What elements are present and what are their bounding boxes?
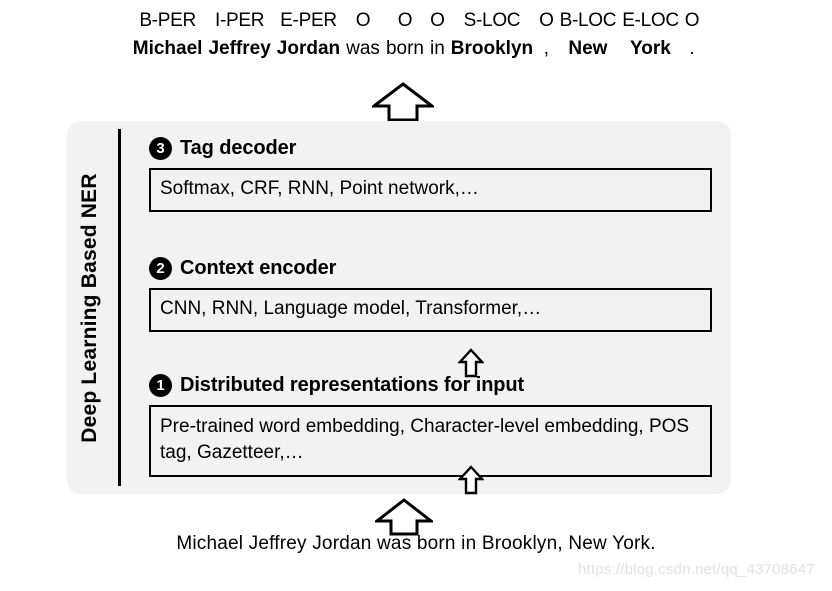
tagged-sentence: B-PER Michael I-PER Jeffrey E-PER Jordan… <box>0 8 832 64</box>
token-tag: O <box>539 10 554 31</box>
token-word: . <box>689 38 695 59</box>
token-column: O . <box>682 8 702 64</box>
token-column: S-LOC Brooklyn <box>448 8 536 64</box>
token-tag: E-LOC <box>622 10 679 31</box>
token-tag: O <box>684 10 700 31</box>
token-column: B-PER Michael <box>130 8 206 64</box>
layer-contents-box: Softmax, CRF, RNN, Point network,… <box>149 168 712 212</box>
watermark: https://blog.csdn.net/qq_43708647 <box>578 561 815 578</box>
arrow-up-outline-icon <box>375 498 433 536</box>
token-column: B-LOC New <box>557 8 620 64</box>
layer-context-encoder: 2 Context encoder CNN, RNN, Language mod… <box>149 253 712 332</box>
deep-learning-ner-panel: Deep Learning Based NER 3 Tag decoder So… <box>67 121 731 495</box>
token-column: O , <box>536 8 556 64</box>
layer-header: 3 Tag decoder <box>149 133 712 163</box>
token-column: E-PER Jordan <box>274 8 343 64</box>
panel-divider <box>118 129 121 486</box>
token-column: O in <box>427 8 448 64</box>
token-word: was <box>346 38 380 59</box>
token-word: York <box>630 38 671 59</box>
token-tag: S-LOC <box>463 10 521 31</box>
layer-title: Tag decoder <box>180 136 297 159</box>
token-word: , <box>543 38 549 59</box>
token-column: I-PER Jeffrey <box>205 8 273 64</box>
step-badge-2: 2 <box>149 256 172 280</box>
token-word: Michael <box>132 38 203 59</box>
arrow-up-outline-icon <box>372 82 434 122</box>
token-word: Brooklyn <box>450 38 534 59</box>
token-tag: O <box>397 10 413 31</box>
token-column: E-LOC York <box>619 8 682 64</box>
token-word: New <box>568 38 608 59</box>
layer-contents-box: Pre-trained word embedding, Character-le… <box>149 405 712 477</box>
token-tag: B-PER <box>139 10 196 31</box>
step-badge-3: 3 <box>149 136 172 160</box>
step-badge-1: 1 <box>149 373 172 397</box>
layer-title: Context encoder <box>180 256 337 279</box>
panel-side-label: Deep Learning Based NER <box>67 121 113 494</box>
arrow-up-outline-icon <box>458 465 484 495</box>
panel-side-label-text: Deep Learning Based NER <box>78 172 101 443</box>
token-tag: E-PER <box>280 10 337 31</box>
token-word: Jeffrey <box>208 38 271 59</box>
layer-tag-decoder: 3 Tag decoder Softmax, CRF, RNN, Point n… <box>149 133 712 212</box>
arrow-up-outline-icon <box>458 348 484 378</box>
token-tag: O <box>355 10 371 31</box>
layer-distributed-representations: 1 Distributed representations for input … <box>149 370 712 477</box>
token-word: Jordan <box>276 38 341 59</box>
input-sentence: Michael Jeffrey Jordan was born in Brook… <box>176 533 656 554</box>
layer-contents-box: CNN, RNN, Language model, Transformer,… <box>149 288 712 332</box>
token-word: in <box>429 38 445 59</box>
token-tag: B-LOC <box>559 10 617 31</box>
token-column: O was <box>343 8 383 64</box>
layer-header: 1 Distributed representations for input <box>149 370 712 400</box>
token-word: born <box>385 38 424 59</box>
token-tag: I-PER <box>215 10 265 31</box>
token-column: O born <box>383 8 427 64</box>
token-tag: O <box>430 10 445 31</box>
layer-header: 2 Context encoder <box>149 253 712 283</box>
